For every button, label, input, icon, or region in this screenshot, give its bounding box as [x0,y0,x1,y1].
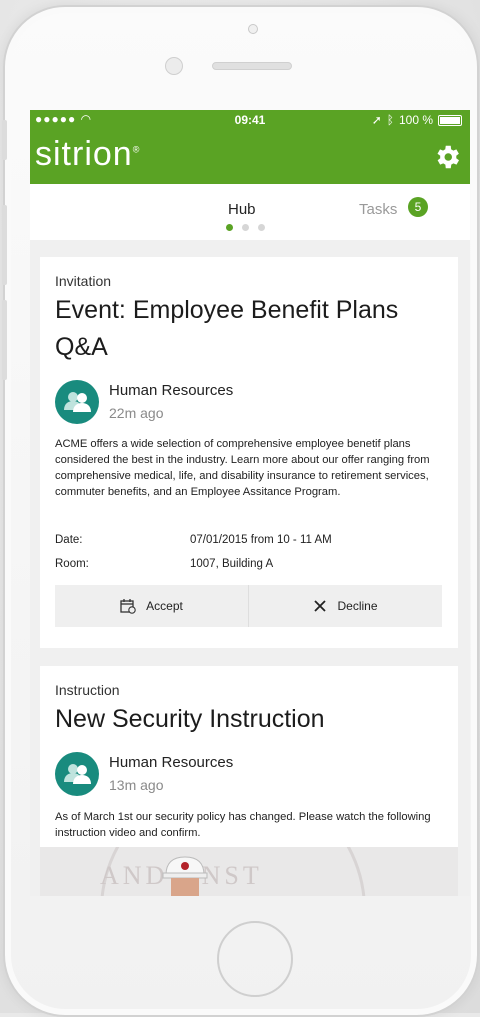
card-type: Invitation [55,273,112,289]
close-icon [314,600,327,612]
status-right: ➚ ᛒ 100 % [372,113,462,127]
instruction-video[interactable]: AND ONST [40,847,458,896]
card-title: New Security Instruction [55,705,325,733]
gear-icon[interactable] [432,142,462,172]
card-type: Instruction [55,682,120,698]
decline-button[interactable]: Decline [249,585,442,627]
tab-bar: Hub Tasks 5 [30,184,470,240]
home-button[interactable] [217,921,293,997]
card-actions: Accept Decline [55,585,442,627]
avatar [55,380,99,424]
tasks-badge: 5 [408,197,428,217]
invitation-card[interactable]: Invitation Event: Employee Benefit Plans… [40,257,458,648]
tab-hub[interactable]: Hub [228,201,256,218]
app-header: sitrion® [30,130,470,184]
room-value: 1007, Building A [190,558,274,570]
date-value: 07/01/2015 from 10 - 11 AM [190,534,332,546]
page-indicator [226,224,265,231]
accept-button[interactable]: Accept [55,585,248,627]
date-label: Date: [55,534,83,546]
front-camera-icon [165,57,183,75]
card-title: Event: Employee Benefit Plans Q&A [55,296,399,361]
decline-label: Decline [337,599,378,613]
worker-figure [162,856,208,896]
page-dot [226,224,233,231]
tab-tasks[interactable]: Tasks [359,201,397,218]
card-description: ACME offers a wide selection of comprehe… [55,438,430,498]
group-icon [64,392,91,412]
camera-icon [248,24,258,34]
volume-down-button[interactable] [2,300,7,380]
room-label: Room: [55,558,89,570]
location-icon: ➚ [371,113,382,127]
status-bar: ●●●●● ◠ 09:41 ➚ ᛒ 100 % [30,110,470,130]
instruction-card[interactable]: Instruction New Security Instruction Hum… [40,666,458,896]
page-dot [258,224,265,231]
volume-up-button[interactable] [2,205,7,285]
battery-percent: 100 % [398,113,433,127]
calendar-accept-icon [120,599,136,614]
card-author: Human Resources [109,754,234,771]
card-time: 13m ago [109,777,164,793]
avatar [55,752,99,796]
card-author: Human Resources [109,382,234,399]
card-description: As of March 1st our security policy has … [55,811,431,839]
accept-label: Accept [146,599,183,613]
group-icon [64,764,91,784]
page-dot [242,224,249,231]
phone-screen: ●●●●● ◠ 09:41 ➚ ᛒ 100 % sitrion® Hub Tas… [30,110,470,896]
mute-switch[interactable] [2,120,7,160]
bluetooth-icon: ᛒ [386,113,394,127]
speaker-grille [212,62,292,70]
battery-icon [438,114,462,126]
card-time: 22m ago [109,405,164,421]
app-logo: sitrion® [35,135,141,173]
